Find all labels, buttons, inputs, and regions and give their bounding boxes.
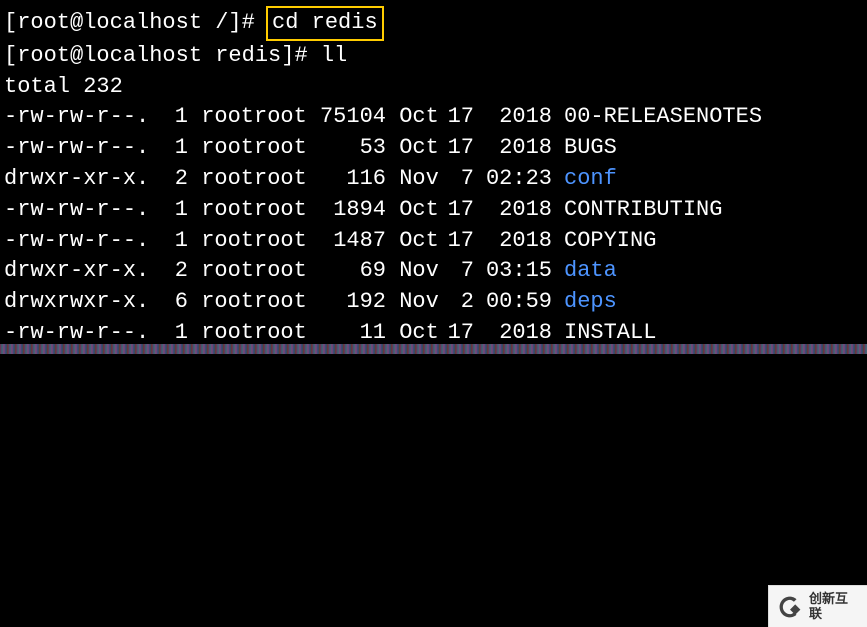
watermark-text: 创新互联 bbox=[809, 592, 859, 621]
file-links: 1 bbox=[164, 195, 188, 226]
file-size: 53 bbox=[316, 133, 386, 164]
file-month: Oct bbox=[386, 133, 438, 164]
file-row: -rw-rw-r--.1 rootroot1894 Oct172018 CONT… bbox=[4, 195, 863, 226]
total-line: total 232 bbox=[4, 72, 863, 103]
file-month: Oct bbox=[386, 226, 438, 257]
file-time: 2018 bbox=[474, 133, 552, 164]
file-permissions: drwxr-xr-x. bbox=[4, 256, 164, 287]
directory-name: data bbox=[564, 256, 617, 287]
file-links: 6 bbox=[164, 287, 188, 318]
file-links: 1 bbox=[164, 133, 188, 164]
file-permissions: -rw-rw-r--. bbox=[4, 226, 164, 257]
directory-name: deps bbox=[564, 287, 617, 318]
file-group: root bbox=[254, 195, 316, 226]
file-group: root bbox=[254, 164, 316, 195]
directory-name: conf bbox=[564, 164, 617, 195]
file-row: -rw-rw-r--.1 rootroot53 Oct172018 BUGS bbox=[4, 133, 863, 164]
file-time: 00:59 bbox=[474, 287, 552, 318]
highlighted-command-cd: cd redis bbox=[266, 6, 384, 41]
file-day: 2 bbox=[438, 287, 474, 318]
file-name: 00-RELEASENOTES bbox=[564, 102, 762, 133]
file-day: 17 bbox=[438, 195, 474, 226]
file-listing: -rw-rw-r--.1 rootroot75104 Oct172018 00-… bbox=[4, 102, 863, 348]
file-owner: root bbox=[188, 226, 254, 257]
file-month: Nov bbox=[386, 287, 438, 318]
file-row: drwxr-xr-x.2 rootroot69 Nov703:15 data bbox=[4, 256, 863, 287]
file-size: 69 bbox=[316, 256, 386, 287]
file-row: -rw-rw-r--.1 rootroot1487 Oct172018 COPY… bbox=[4, 226, 863, 257]
file-row: drwxr-xr-x.2 rootroot116 Nov702:23 conf bbox=[4, 164, 863, 195]
file-owner: root bbox=[188, 133, 254, 164]
file-owner: root bbox=[188, 287, 254, 318]
file-day: 17 bbox=[438, 226, 474, 257]
file-day: 17 bbox=[438, 102, 474, 133]
file-links: 1 bbox=[164, 102, 188, 133]
file-group: root bbox=[254, 226, 316, 257]
prompt-line-2: [root@localhost redis]# ll bbox=[4, 41, 863, 72]
file-month: Nov bbox=[386, 256, 438, 287]
file-day: 7 bbox=[438, 256, 474, 287]
terminal-output[interactable]: [root@localhost /]# cd redis [root@local… bbox=[0, 0, 867, 355]
file-permissions: drwxrwxr-x. bbox=[4, 287, 164, 318]
prompt-line-1: [root@localhost /]# cd redis bbox=[4, 6, 863, 41]
file-time: 03:15 bbox=[474, 256, 552, 287]
watermark-badge: 创新互联 bbox=[768, 585, 867, 627]
file-links: 2 bbox=[164, 256, 188, 287]
file-month: Oct bbox=[386, 195, 438, 226]
file-row: -rw-rw-r--.1 rootroot75104 Oct172018 00-… bbox=[4, 102, 863, 133]
file-time: 02:23 bbox=[474, 164, 552, 195]
file-time: 2018 bbox=[474, 195, 552, 226]
file-group: root bbox=[254, 256, 316, 287]
file-time: 2018 bbox=[474, 226, 552, 257]
file-month: Nov bbox=[386, 164, 438, 195]
prompt-1-userhost: [root@localhost /]# bbox=[4, 10, 268, 35]
file-time: 2018 bbox=[474, 102, 552, 133]
file-links: 2 bbox=[164, 164, 188, 195]
file-owner: root bbox=[188, 102, 254, 133]
file-owner: root bbox=[188, 164, 254, 195]
file-links: 1 bbox=[164, 226, 188, 257]
file-month: Oct bbox=[386, 102, 438, 133]
file-permissions: -rw-rw-r--. bbox=[4, 195, 164, 226]
file-group: root bbox=[254, 133, 316, 164]
file-size: 1487 bbox=[316, 226, 386, 257]
command-ll: ll bbox=[321, 43, 347, 68]
watermark-logo-icon bbox=[777, 594, 803, 620]
file-size: 1894 bbox=[316, 195, 386, 226]
file-size: 75104 bbox=[316, 102, 386, 133]
file-owner: root bbox=[188, 195, 254, 226]
file-permissions: -rw-rw-r--. bbox=[4, 133, 164, 164]
file-day: 7 bbox=[438, 164, 474, 195]
file-name: BUGS bbox=[564, 133, 617, 164]
file-row: drwxrwxr-x.6 rootroot192 Nov200:59 deps bbox=[4, 287, 863, 318]
file-group: root bbox=[254, 102, 316, 133]
file-name: COPYING bbox=[564, 226, 656, 257]
file-group: root bbox=[254, 287, 316, 318]
file-day: 17 bbox=[438, 133, 474, 164]
file-owner: root bbox=[188, 256, 254, 287]
prompt-2-userhost: [root@localhost redis]# bbox=[4, 43, 321, 68]
screenshot-artifact bbox=[0, 344, 867, 354]
file-name: CONTRIBUTING bbox=[564, 195, 722, 226]
file-permissions: drwxr-xr-x. bbox=[4, 164, 164, 195]
file-size: 116 bbox=[316, 164, 386, 195]
file-size: 192 bbox=[316, 287, 386, 318]
file-permissions: -rw-rw-r--. bbox=[4, 102, 164, 133]
